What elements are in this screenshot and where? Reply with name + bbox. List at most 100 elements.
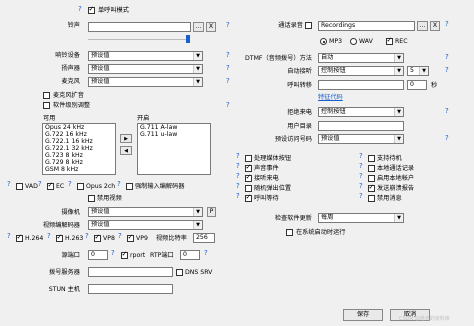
help-icon[interactable]: ? bbox=[226, 21, 230, 30]
support-standby-checkbox[interactable] bbox=[368, 155, 375, 162]
help-icon[interactable]: ? bbox=[359, 152, 363, 161]
listen-to-call-checkbox[interactable] bbox=[245, 173, 252, 182]
video-codec-select[interactable]: 预设值 ▼ bbox=[88, 220, 203, 230]
save-button[interactable]: 保存 bbox=[343, 309, 383, 321]
vp8-checkbox[interactable] bbox=[94, 233, 101, 242]
list-item[interactable]: G.722.1 16 kHz bbox=[43, 138, 115, 145]
mp3-radio[interactable] bbox=[320, 38, 327, 45]
help-icon[interactable]: ? bbox=[359, 182, 363, 191]
list-item[interactable]: G.722.1 32 kHz bbox=[43, 145, 115, 152]
help-icon[interactable]: ? bbox=[236, 152, 240, 161]
list-item[interactable]: GSM 8 kHz bbox=[43, 166, 115, 173]
help-icon[interactable]: ? bbox=[445, 134, 449, 143]
help-icon[interactable]: ? bbox=[111, 249, 115, 258]
help-icon[interactable]: ? bbox=[78, 5, 82, 14]
ec-checkbox[interactable] bbox=[47, 181, 54, 190]
help-icon[interactable]: ? bbox=[445, 66, 449, 75]
run-at-startup-checkbox[interactable] bbox=[286, 229, 293, 236]
help-icon[interactable]: ? bbox=[47, 232, 51, 241]
help-icon[interactable]: ? bbox=[445, 53, 449, 62]
help-icon[interactable]: ? bbox=[359, 162, 363, 171]
volume-slider-thumb[interactable] bbox=[186, 35, 190, 43]
call-recording-checkbox[interactable] bbox=[305, 22, 312, 29]
help-icon[interactable]: ? bbox=[204, 249, 208, 258]
list-item[interactable]: Opus 24 kHz bbox=[43, 124, 115, 131]
recording-folder-input[interactable]: Recordings bbox=[318, 21, 415, 31]
list-item[interactable]: G.722 16 kHz bbox=[43, 131, 115, 138]
auto-answer-select[interactable]: 控制按钮 ▼ bbox=[318, 66, 404, 76]
hold-button-checkbox[interactable] bbox=[245, 155, 252, 162]
help-icon[interactable]: ? bbox=[445, 107, 449, 116]
enabled-codecs-list[interactable]: G.711 A-law G.711 u-law bbox=[137, 123, 211, 175]
rec-checkbox[interactable] bbox=[386, 36, 393, 45]
local-account-checkbox[interactable] bbox=[368, 175, 375, 182]
mic-amplify-checkbox[interactable] bbox=[43, 92, 50, 99]
preset-access-select[interactable]: 预设值 ▼ bbox=[318, 134, 404, 144]
list-item[interactable]: G.711 A-law bbox=[138, 124, 210, 131]
help-icon[interactable]: ? bbox=[7, 232, 11, 241]
camera-select[interactable]: 预设值 ▼ bbox=[88, 207, 203, 217]
help-icon[interactable]: ? bbox=[226, 77, 230, 86]
help-icon[interactable]: ? bbox=[38, 180, 42, 189]
call-forward-seconds-input[interactable]: 0 bbox=[407, 80, 427, 90]
help-icon[interactable]: ? bbox=[236, 162, 240, 171]
help-icon[interactable]: ? bbox=[117, 180, 121, 189]
call-waiting-checkbox[interactable] bbox=[245, 193, 252, 202]
auto-answer-seconds-select[interactable]: 5 ▼ bbox=[407, 66, 429, 76]
disable-messages-checkbox[interactable] bbox=[368, 195, 375, 202]
help-icon[interactable]: ? bbox=[7, 180, 11, 189]
help-icon[interactable]: ? bbox=[236, 192, 240, 201]
help-icon[interactable]: ? bbox=[236, 182, 240, 191]
vad-checkbox[interactable] bbox=[16, 183, 23, 190]
local-call-log-checkbox[interactable] bbox=[368, 165, 375, 172]
list-item[interactable]: G.729 8 kHz bbox=[43, 159, 115, 166]
h264-checkbox[interactable] bbox=[16, 233, 23, 242]
opus-2ch-checkbox[interactable] bbox=[77, 183, 84, 190]
help-icon[interactable]: ? bbox=[359, 172, 363, 181]
move-left-button[interactable]: ◀ bbox=[120, 146, 132, 155]
recording-browse-button[interactable]: ... bbox=[417, 21, 428, 31]
sound-events-checkbox[interactable] bbox=[245, 163, 252, 172]
ring-device-select[interactable]: 预设值 ▼ bbox=[88, 51, 203, 61]
wav-radio[interactable] bbox=[350, 38, 357, 45]
vp9-checkbox[interactable] bbox=[127, 233, 134, 242]
dns-srv-checkbox[interactable] bbox=[176, 269, 183, 276]
dtmf-select[interactable]: 自动 ▼ bbox=[318, 53, 404, 63]
call-forward-input[interactable] bbox=[318, 80, 404, 90]
ringtone-input[interactable] bbox=[88, 22, 191, 32]
help-icon[interactable]: ? bbox=[226, 64, 230, 73]
list-item[interactable]: G.711 u-law bbox=[138, 131, 210, 138]
ringtone-browse-button[interactable]: ... bbox=[193, 22, 204, 32]
ringtone-clear-button[interactable]: X bbox=[206, 22, 216, 32]
help-icon[interactable]: ? bbox=[85, 232, 89, 241]
force-codec-checkbox[interactable] bbox=[126, 183, 133, 190]
user-dir-input[interactable] bbox=[318, 121, 404, 131]
single-call-mode-checkbox[interactable] bbox=[88, 5, 95, 14]
help-icon[interactable]: ? bbox=[68, 180, 72, 189]
prefix-code-link[interactable]: 特征代码 bbox=[318, 93, 343, 102]
h263-checkbox[interactable] bbox=[56, 233, 63, 242]
disable-video-checkbox[interactable] bbox=[88, 195, 95, 202]
speaker-select[interactable]: 预设值 ▼ bbox=[88, 64, 203, 74]
stun-host-input[interactable] bbox=[88, 284, 173, 294]
crash-report-checkbox[interactable] bbox=[368, 183, 375, 192]
source-port-input[interactable]: 0 bbox=[88, 250, 108, 260]
recording-clear-button[interactable]: X bbox=[430, 21, 440, 31]
help-icon[interactable]: ? bbox=[236, 172, 240, 181]
help-icon[interactable]: ? bbox=[118, 232, 122, 241]
help-icon[interactable]: ? bbox=[359, 192, 363, 201]
dial-server-input[interactable] bbox=[88, 267, 173, 277]
camera-preview-button[interactable]: P bbox=[207, 207, 216, 217]
reject-call-select[interactable]: 控制按钮 ▼ bbox=[318, 107, 404, 117]
help-icon[interactable]: ? bbox=[445, 20, 449, 29]
random-popup-checkbox[interactable] bbox=[245, 185, 252, 192]
rtp-port-input[interactable]: 0 bbox=[180, 250, 200, 260]
video-bitrate-input[interactable]: 256 bbox=[193, 233, 215, 243]
rport-checkbox[interactable] bbox=[121, 250, 128, 259]
microphone-select[interactable]: 预设值 ▼ bbox=[88, 77, 203, 87]
move-right-button[interactable]: ▶ bbox=[120, 134, 132, 143]
check-updates-select[interactable]: 每周 ▼ bbox=[318, 213, 404, 223]
software-level-checkbox[interactable] bbox=[43, 102, 50, 109]
list-item[interactable]: G.723 8 kHz bbox=[43, 152, 115, 159]
help-icon[interactable]: ? bbox=[226, 101, 230, 110]
